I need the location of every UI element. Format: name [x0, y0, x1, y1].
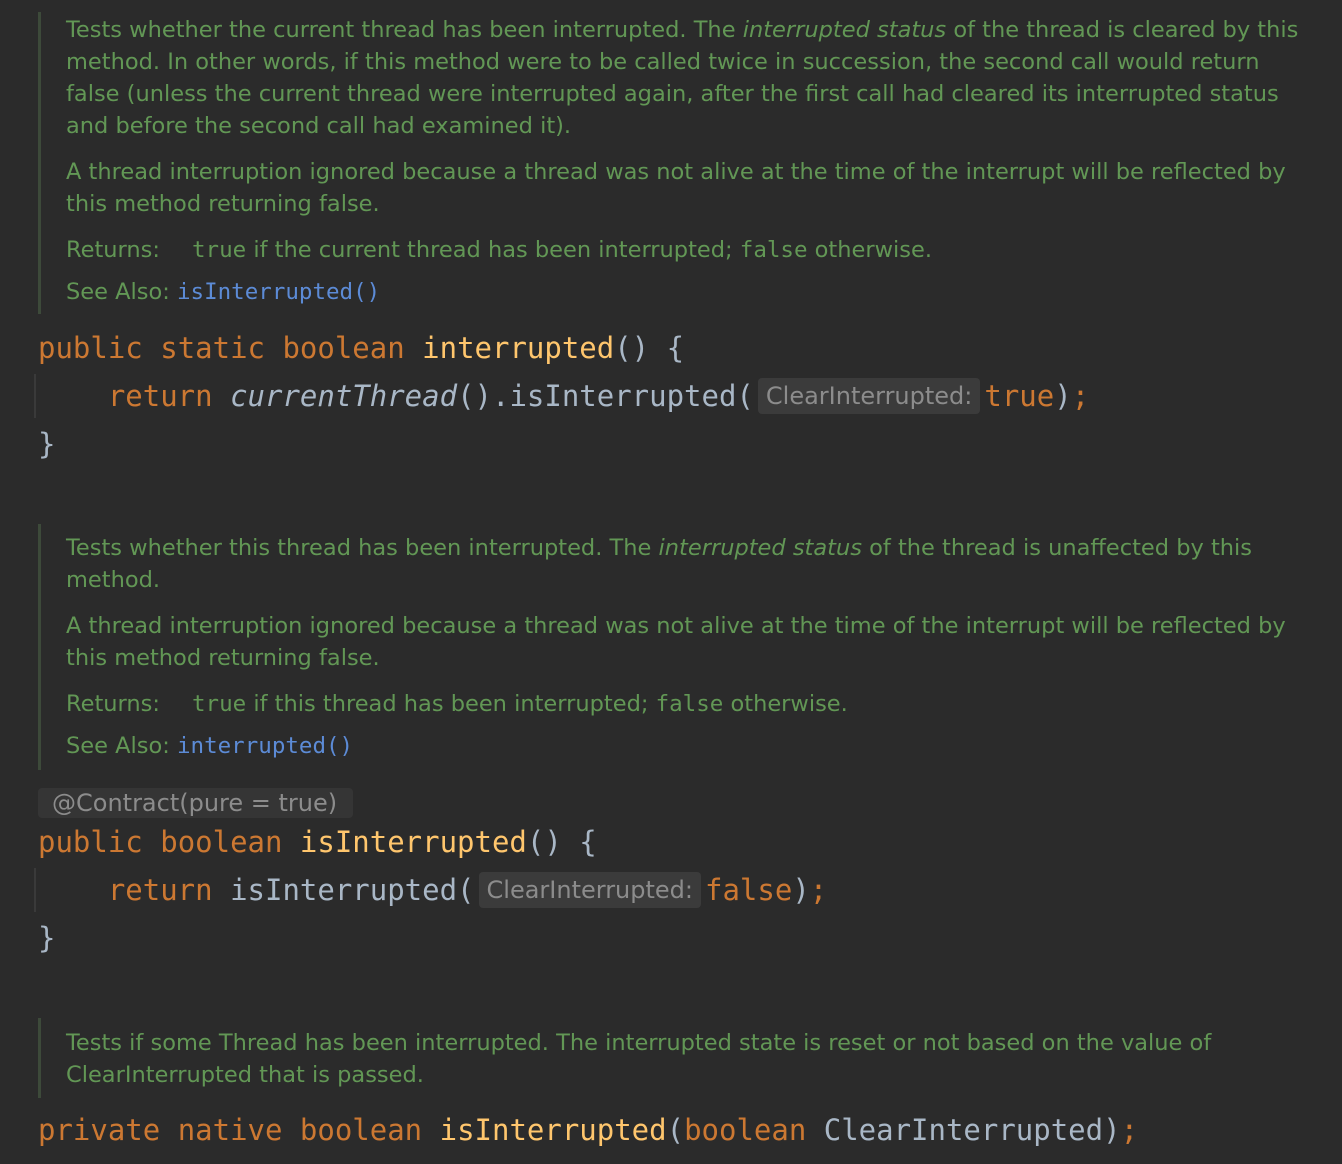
method-name[interactable]: interrupted [422, 331, 614, 365]
signature-line: public static boolean interrupted() { [38, 331, 685, 365]
javadoc-interrupted: Tests whether the current thread has bee… [38, 12, 1300, 314]
call-is-interrupted[interactable]: isInterrupted( [230, 873, 474, 907]
see-also-link-isinterrupted[interactable]: isInterrupted() [177, 279, 380, 305]
body-line: return isInterrupted(ClearInterrupted: fa… [107, 872, 828, 908]
doc-returns: Returns: true if this thread has been int… [66, 691, 848, 717]
method-name[interactable]: isInterrupted [300, 825, 527, 859]
parameter-hint: ClearInterrupted: [757, 378, 981, 414]
doc-paragraph: A thread interruption ignored because a … [66, 159, 1286, 217]
contract-annotation: @Contract(pure = true) [38, 788, 354, 818]
call-is-interrupted[interactable]: .isInterrupted( [492, 379, 754, 413]
signature-line: public boolean isInterrupted() { [38, 825, 597, 859]
call-current-thread[interactable]: currentThread [230, 379, 457, 413]
javadoc-native-isinterrupted: Tests if some Thread has been interrupte… [38, 1018, 1300, 1098]
doc-paragraph: Tests whether this thread has been inter… [66, 535, 1253, 593]
indent-guide [34, 868, 36, 912]
method-native-isinterrupted: private native boolean isInterrupted(boo… [38, 1113, 1139, 1147]
method-interrupted: public static boolean interrupted() { re… [38, 331, 1090, 461]
doc-paragraph: Tests if some Thread has been interrupte… [66, 1030, 1212, 1088]
doc-returns: Returns: true if the current thread has b… [66, 237, 932, 263]
parameter-name[interactable]: ClearInterrupted [824, 1113, 1103, 1147]
indent-guide [34, 374, 36, 418]
method-name[interactable]: isInterrupted [440, 1113, 667, 1147]
body-line: return currentThread().isInterrupted(Cle… [107, 378, 1090, 414]
doc-paragraph: A thread interruption ignored because a … [66, 613, 1286, 671]
doc-paragraph: Tests whether the current thread has bee… [66, 17, 1299, 139]
javadoc-isinterrupted: Tests whether this thread has been inter… [38, 524, 1300, 770]
doc-see-also: See Also: interrupted() [66, 733, 354, 759]
see-also-link-interrupted[interactable]: interrupted() [177, 733, 353, 759]
parameter-hint: ClearInterrupted: [478, 872, 701, 908]
method-isinterrupted: public boolean isInterrupted() { return … [38, 825, 828, 955]
doc-see-also: See Also: isInterrupted() [66, 279, 381, 305]
